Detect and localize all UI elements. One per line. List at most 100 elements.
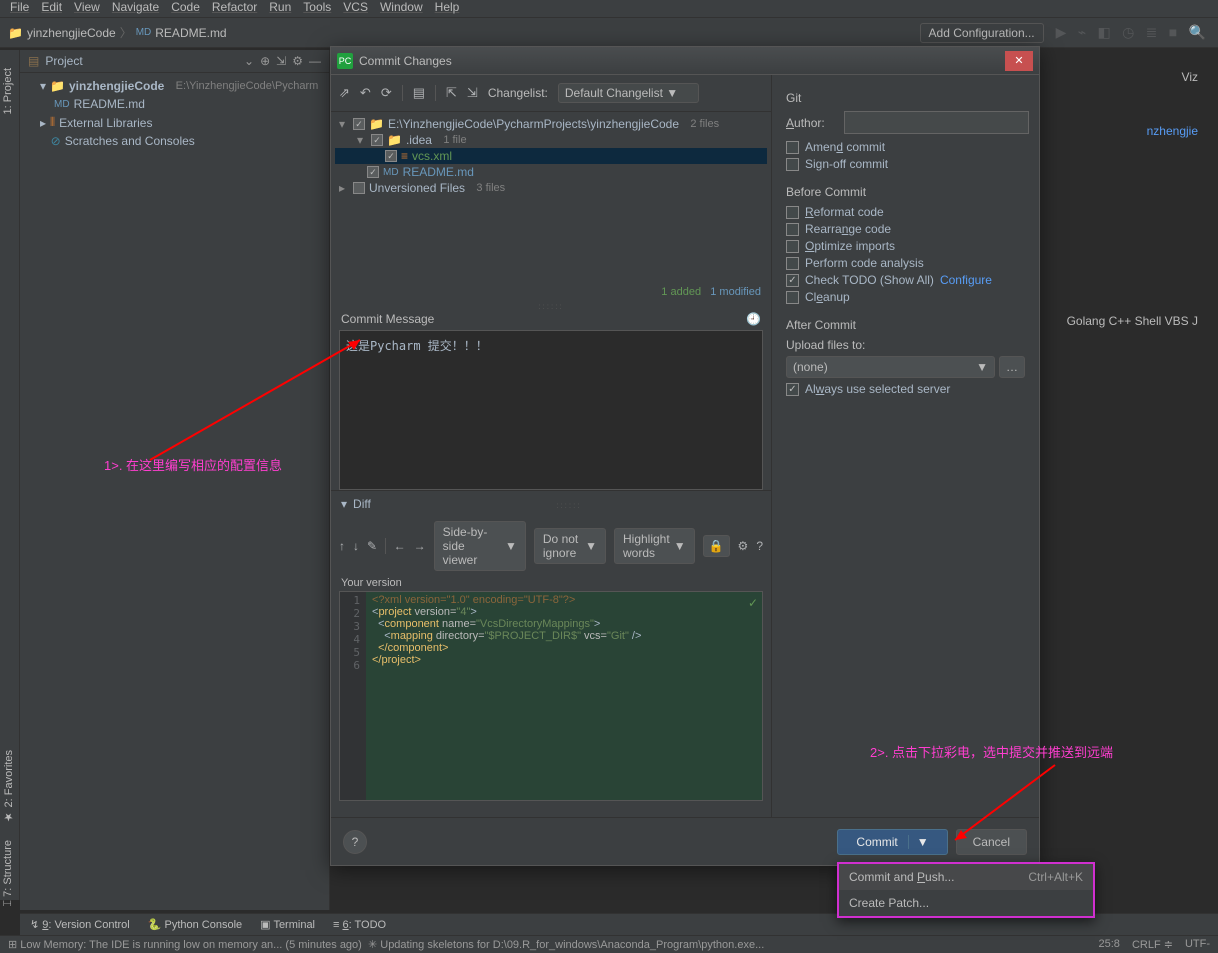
forward-icon[interactable]: → bbox=[414, 539, 426, 553]
menu-tools[interactable]: Tools bbox=[297, 0, 337, 17]
checkbox[interactable] bbox=[353, 182, 365, 194]
menu-window[interactable]: Window bbox=[374, 0, 429, 17]
menu-run[interactable]: Run bbox=[263, 0, 297, 17]
ignore-select[interactable]: Do not ignore ▼ bbox=[534, 528, 606, 564]
expand-icon[interactable]: ▸ bbox=[40, 116, 46, 130]
menu-navigate[interactable]: Navigate bbox=[106, 0, 165, 17]
always-server-label: Always use selected server bbox=[805, 382, 950, 396]
menu-vcs[interactable]: VCS bbox=[337, 0, 374, 17]
viewer-select[interactable]: Side-by-side viewer ▼ bbox=[434, 521, 526, 571]
hide-icon[interactable]: — bbox=[309, 54, 321, 68]
checkbox[interactable] bbox=[367, 166, 379, 178]
file-vcs-xml[interactable]: ≡ vcs.xml bbox=[335, 148, 767, 164]
gear-icon[interactable]: ⚙ bbox=[292, 54, 303, 68]
author-input[interactable] bbox=[844, 111, 1029, 134]
profile-icon[interactable]: ◷ bbox=[1122, 24, 1134, 40]
revert-icon[interactable]: ↶ bbox=[360, 85, 371, 101]
tree-scratches[interactable]: ⊘ Scratches and Consoles bbox=[20, 132, 329, 150]
expand-icon[interactable]: ▾ bbox=[40, 79, 46, 93]
checkbox[interactable] bbox=[353, 118, 365, 130]
always-server-checkbox[interactable] bbox=[786, 383, 799, 396]
checkbox[interactable] bbox=[371, 134, 383, 146]
help-icon[interactable]: ? bbox=[756, 539, 763, 553]
menu-view[interactable]: View bbox=[68, 0, 106, 17]
optimize-checkbox[interactable] bbox=[786, 240, 799, 253]
target-icon[interactable]: ⊕ bbox=[260, 54, 270, 68]
line-sep[interactable]: CRLF ≑ bbox=[1132, 938, 1173, 951]
history-icon[interactable]: 🕘 bbox=[746, 312, 761, 326]
amend-checkbox[interactable] bbox=[786, 141, 799, 154]
collapse-all-icon[interactable]: ⇲ bbox=[467, 85, 478, 101]
terminal-tab[interactable]: ▣ Terminal bbox=[260, 918, 315, 931]
show-diff-icon[interactable]: ⇗ bbox=[339, 85, 350, 101]
tab-structure[interactable]: ⌶ 7: Structure bbox=[0, 832, 16, 915]
debug-icon[interactable]: ⌁ bbox=[1078, 24, 1086, 40]
commit-and-push-item[interactable]: Commit and Push... Ctrl+Alt+K bbox=[839, 864, 1093, 890]
file-root[interactable]: ▾ 📁 E:\YinzhengjieCode\PycharmProjects\y… bbox=[335, 116, 767, 132]
menu-file[interactable]: File bbox=[4, 0, 35, 17]
add-configuration-button[interactable]: Add Configuration... bbox=[920, 23, 1044, 43]
rearrange-checkbox[interactable] bbox=[786, 223, 799, 236]
upload-select[interactable]: (none)▼ bbox=[786, 356, 995, 378]
create-patch-item[interactable]: Create Patch... bbox=[839, 890, 1093, 916]
coverage-icon[interactable]: ◧ bbox=[1098, 24, 1111, 40]
collapse-icon[interactable]: ▾ bbox=[341, 497, 347, 511]
cleanup-checkbox[interactable] bbox=[786, 291, 799, 304]
upload-more-button[interactable]: … bbox=[999, 356, 1025, 378]
signoff-checkbox[interactable] bbox=[786, 158, 799, 171]
todo-checkbox[interactable] bbox=[786, 274, 799, 287]
diff-viewer[interactable]: 123456 ✓ <?xml version="1.0" encoding="U… bbox=[339, 591, 763, 801]
breadcrumb-project[interactable]: yinzhengjieCode bbox=[27, 26, 116, 40]
back-icon[interactable]: ← bbox=[394, 539, 406, 553]
lock-icon[interactable]: 🔒 bbox=[703, 535, 730, 557]
python-console-tab[interactable]: 🐍 Python Console bbox=[148, 918, 242, 931]
analysis-checkbox[interactable] bbox=[786, 257, 799, 270]
refresh-icon[interactable]: ⟳ bbox=[381, 85, 392, 101]
search-icon[interactable]: 🔍 bbox=[1189, 24, 1206, 40]
gear-icon[interactable]: ⚙ bbox=[738, 539, 749, 553]
configure-link[interactable]: Configure bbox=[940, 273, 992, 287]
menu-help[interactable]: Help bbox=[429, 0, 466, 17]
version-control-tab[interactable]: ↯ 9: Version Control bbox=[30, 918, 130, 931]
tree-root[interactable]: ▾ 📁 yinzhengjieCode E:\YinzhengjieCode\P… bbox=[20, 77, 329, 95]
file-unversioned[interactable]: ▸ Unversioned Files 3 files bbox=[335, 180, 767, 196]
memory-warning[interactable]: Low Memory: The IDE is running low on me… bbox=[20, 939, 362, 951]
menu-code[interactable]: Code bbox=[165, 0, 206, 17]
commit-button[interactable]: Commit▼ bbox=[837, 829, 947, 855]
menu-refactor[interactable]: Refactor bbox=[206, 0, 263, 17]
tree-readme[interactable]: MD README.md bbox=[20, 95, 329, 113]
reformat-checkbox[interactable] bbox=[786, 206, 799, 219]
checkbox[interactable] bbox=[385, 150, 397, 162]
changelist-select[interactable]: Default Changelist ▼ bbox=[558, 83, 699, 103]
collapse-icon[interactable]: ⇲ bbox=[276, 54, 286, 68]
tab-project[interactable]: 1: Project bbox=[0, 60, 16, 122]
minimize-icon[interactable] bbox=[977, 51, 1005, 71]
dropdown-icon[interactable]: ⌄ bbox=[244, 54, 254, 68]
prev-diff-icon[interactable]: ↑ bbox=[339, 539, 345, 553]
next-diff-icon[interactable]: ↓ bbox=[353, 539, 359, 553]
file-idea[interactable]: ▾ 📁 .idea 1 file bbox=[335, 132, 767, 148]
concurrency-icon[interactable]: ≣ bbox=[1146, 24, 1158, 40]
commit-dropdown-icon[interactable]: ▼ bbox=[908, 835, 929, 849]
group-icon[interactable]: ▤ bbox=[413, 85, 425, 101]
file-readme[interactable]: MD README.md bbox=[335, 164, 767, 180]
bg-task[interactable]: ✳ Updating skeletons for D:\09.R_for_win… bbox=[368, 938, 764, 951]
run-icon[interactable]: ▶ bbox=[1056, 24, 1067, 40]
edit-icon[interactable]: ✎ bbox=[367, 539, 377, 553]
commit-message-input[interactable]: 这是Pycharm 提交！！！ bbox=[339, 330, 763, 490]
menu-edit[interactable]: Edit bbox=[35, 0, 68, 17]
highlight-select[interactable]: Highlight words ▼ bbox=[614, 528, 695, 564]
tab-favorites[interactable]: ★ 2: Favorites bbox=[0, 742, 17, 832]
project-pane: ▤ Project ⌄ ⊕ ⇲ ⚙ — ▾ 📁 yinzhengjieCode … bbox=[20, 50, 330, 910]
arrow-1 bbox=[140, 330, 370, 470]
window-icon[interactable]: ⊞ bbox=[8, 938, 17, 951]
tree-external-libs[interactable]: ▸ ⫴ External Libraries bbox=[20, 113, 329, 132]
breadcrumb-file[interactable]: README.md bbox=[155, 26, 226, 40]
author-link[interactable]: nzhengjie bbox=[1147, 124, 1198, 138]
expand-all-icon[interactable]: ⇱ bbox=[446, 85, 457, 101]
todo-tab[interactable]: ≡ 6: TODO bbox=[333, 919, 386, 931]
encoding[interactable]: UTF- bbox=[1185, 938, 1210, 951]
help-button[interactable]: ? bbox=[343, 830, 367, 854]
close-icon[interactable]: ✕ bbox=[1005, 51, 1033, 71]
stop-icon[interactable]: ■ bbox=[1169, 24, 1177, 40]
